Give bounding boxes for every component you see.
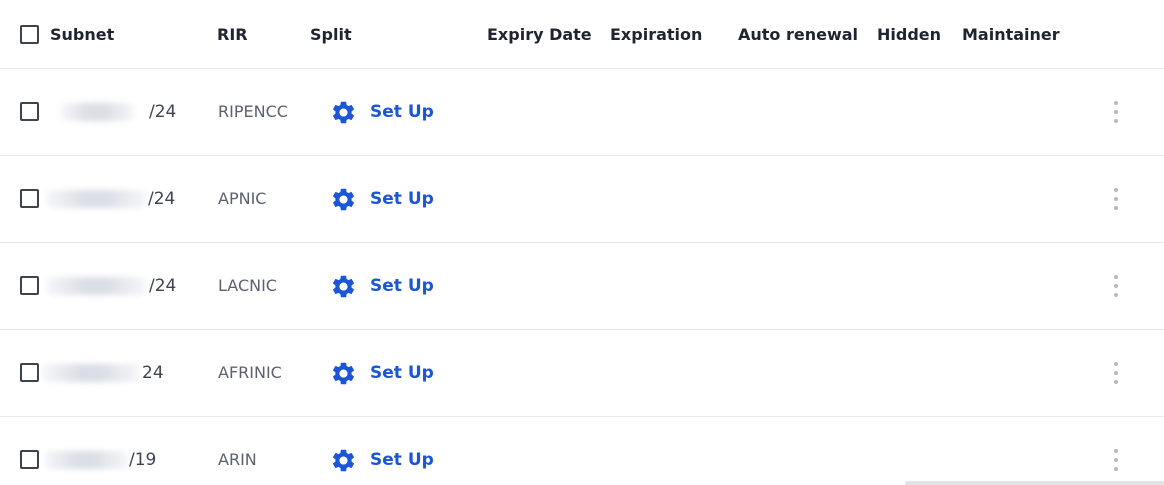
- split-setup-button[interactable]: Set Up: [330, 359, 434, 387]
- subnet-prefix-length: /19: [129, 450, 157, 470]
- subnet-address-redacted: [44, 451, 128, 469]
- column-header-maintainer[interactable]: Maintainer: [962, 25, 1060, 45]
- split-setup-button[interactable]: Set Up: [330, 446, 434, 474]
- row-checkbox[interactable]: [20, 189, 39, 208]
- setup-label: Set Up: [370, 189, 434, 209]
- rir-value: ARIN: [218, 450, 257, 469]
- gear-icon: [330, 273, 357, 300]
- column-header-auto-renewal[interactable]: Auto renewal: [738, 25, 858, 45]
- row-checkbox[interactable]: [20, 276, 39, 295]
- subnet-prefix-length: /24: [148, 189, 176, 209]
- more-vertical-icon[interactable]: [1108, 362, 1124, 384]
- more-vertical-icon[interactable]: [1108, 101, 1124, 123]
- setup-label: Set Up: [370, 276, 434, 296]
- gear-icon: [330, 360, 357, 387]
- table-row[interactable]: /19 ARIN Set Up: [0, 417, 1164, 485]
- row-checkbox[interactable]: [20, 102, 39, 121]
- table-row[interactable]: /24 APNIC Set Up: [0, 156, 1164, 243]
- row-checkbox[interactable]: [20, 450, 39, 469]
- setup-label: Set Up: [370, 450, 434, 470]
- more-vertical-icon[interactable]: [1108, 188, 1124, 210]
- column-header-rir[interactable]: RIR: [217, 25, 248, 45]
- split-setup-button[interactable]: Set Up: [330, 272, 434, 300]
- table-row[interactable]: /24 RIPENCC Set Up: [0, 69, 1164, 156]
- column-header-split[interactable]: Split: [310, 25, 352, 45]
- gear-icon: [330, 99, 357, 126]
- subnet-prefix-length: 24: [142, 363, 164, 383]
- subnet-address-redacted: [46, 190, 146, 208]
- column-header-hidden[interactable]: Hidden: [877, 25, 941, 45]
- subnet-address-redacted: [42, 364, 140, 382]
- rir-value: APNIC: [218, 189, 267, 208]
- row-checkbox[interactable]: [20, 363, 39, 382]
- split-setup-button[interactable]: Set Up: [330, 185, 434, 213]
- table-header: Subnet RIR Split Expiry Date Expiration …: [0, 0, 1164, 69]
- gear-icon: [330, 186, 357, 213]
- split-setup-button[interactable]: Set Up: [330, 98, 434, 126]
- more-vertical-icon[interactable]: [1108, 449, 1124, 471]
- column-header-expiration[interactable]: Expiration: [610, 25, 702, 45]
- more-vertical-icon[interactable]: [1108, 275, 1124, 297]
- subnets-table: Subnet RIR Split Expiry Date Expiration …: [0, 0, 1164, 485]
- setup-label: Set Up: [370, 102, 434, 122]
- rir-value: AFRINIC: [218, 363, 282, 382]
- subnet-address-redacted: [46, 277, 146, 295]
- subnet-prefix-length: /24: [149, 102, 177, 122]
- horizontal-scrollbar[interactable]: [905, 481, 1164, 485]
- subnet-address-redacted: [60, 103, 134, 121]
- rir-value: LACNIC: [218, 276, 277, 295]
- column-header-subnet[interactable]: Subnet: [50, 25, 114, 45]
- table-row[interactable]: /24 LACNIC Set Up: [0, 243, 1164, 330]
- setup-label: Set Up: [370, 363, 434, 383]
- select-all-checkbox[interactable]: [20, 25, 39, 44]
- gear-icon: [330, 447, 357, 474]
- table-row[interactable]: 24 AFRINIC Set Up: [0, 330, 1164, 417]
- rir-value: RIPENCC: [218, 102, 288, 121]
- subnet-prefix-length: /24: [149, 276, 177, 296]
- column-header-expiry-date[interactable]: Expiry Date: [487, 25, 592, 45]
